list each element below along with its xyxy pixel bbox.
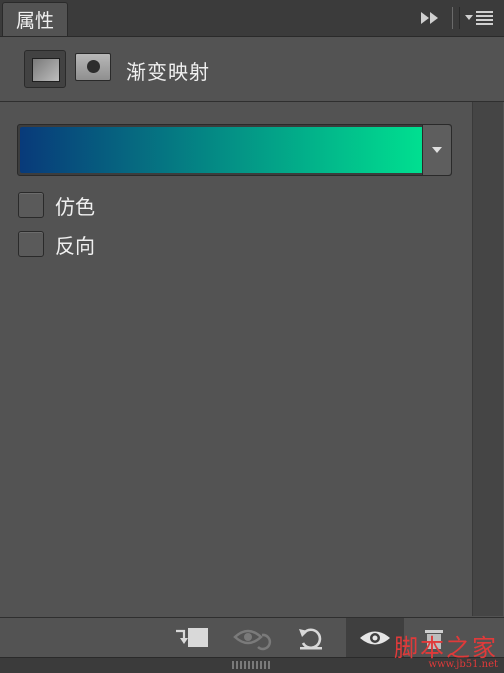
reverse-label: 反向 bbox=[55, 235, 95, 258]
gradient-dropdown-button[interactable] bbox=[422, 125, 451, 175]
properties-content: 仿色 反向 bbox=[0, 102, 472, 616]
tab-properties[interactable]: 属性 bbox=[2, 2, 68, 36]
gradient-preview-bar[interactable] bbox=[20, 127, 423, 173]
panel-tab-bar: 属性 bbox=[0, 0, 504, 37]
eye-icon bbox=[360, 631, 390, 645]
reverse-checkbox[interactable] bbox=[18, 231, 44, 257]
layer-mask-icon[interactable] bbox=[75, 53, 111, 81]
mask-dot bbox=[87, 60, 100, 73]
tab-properties-label: 属性 bbox=[15, 11, 54, 32]
adjustment-title: 渐变映射 bbox=[126, 62, 210, 84]
dither-option[interactable]: 仿色 bbox=[18, 192, 95, 219]
adjustment-header: 渐变映射 bbox=[0, 37, 504, 102]
chevron-down-icon bbox=[432, 147, 442, 153]
clip-to-layer-icon[interactable] bbox=[172, 625, 212, 651]
properties-panel: 属性 渐变映射 仿色 反向 脚本之家 www.jb51.net bbox=[0, 0, 504, 673]
tab-bar-separator bbox=[452, 7, 460, 29]
gradient-swatch-icon bbox=[32, 58, 60, 82]
gradient-picker[interactable] bbox=[17, 124, 452, 176]
collapse-panel-icon[interactable] bbox=[418, 10, 442, 26]
reset-icon[interactable] bbox=[296, 625, 326, 651]
dither-checkbox[interactable] bbox=[18, 192, 44, 218]
view-previous-state-icon[interactable] bbox=[232, 625, 272, 651]
panel-menu-icon[interactable] bbox=[463, 9, 495, 27]
gradient-map-adjustment-icon[interactable] bbox=[24, 50, 66, 88]
reverse-option[interactable]: 反向 bbox=[18, 231, 95, 258]
dither-label: 仿色 bbox=[55, 196, 95, 219]
grip-lines bbox=[232, 661, 272, 669]
watermark-main: 脚本之家 bbox=[394, 634, 498, 662]
scrollbar-track[interactable] bbox=[472, 102, 503, 616]
site-watermark: 脚本之家 www.jb51.net bbox=[394, 636, 498, 670]
